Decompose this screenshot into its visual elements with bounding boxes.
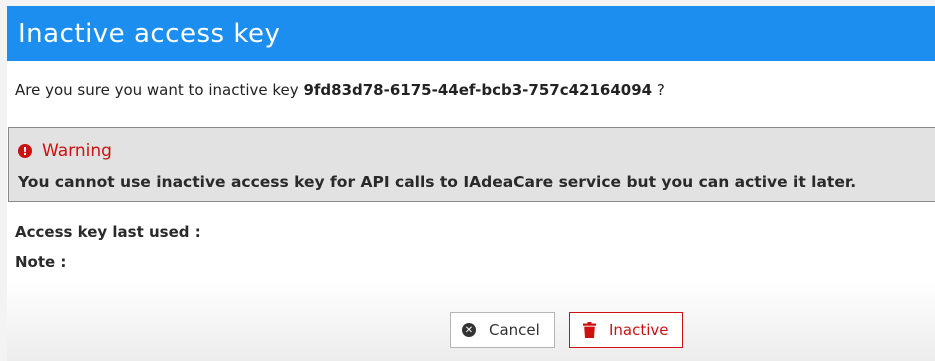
- access-key-id: 9fd83d78-6175-44ef-bcb3-757c42164094: [303, 81, 653, 99]
- dialog-title: Inactive access key: [18, 18, 281, 49]
- confirm-prefix: Are you sure you want to inactive key: [15, 81, 299, 99]
- warning-box: ! Warning You cannot use inactive access…: [8, 127, 935, 202]
- dialog-title-bar: Inactive access key: [7, 6, 935, 61]
- cancel-button-label: Cancel: [489, 321, 540, 339]
- warning-heading: Warning: [42, 141, 112, 161]
- dialog-body: Are you sure you want to inactive key 9f…: [7, 61, 935, 361]
- warning-heading-row: ! Warning: [18, 141, 112, 161]
- exclamation-circle-icon: !: [18, 144, 32, 158]
- inactive-button-label: Inactive: [609, 321, 669, 339]
- trash-icon: [583, 322, 596, 338]
- inactive-button[interactable]: Inactive: [569, 312, 683, 348]
- confirm-message: Are you sure you want to inactive key 9f…: [15, 81, 665, 99]
- inactive-key-dialog: Inactive access key Are you sure you wan…: [0, 0, 935, 361]
- close-circle-icon: ✕: [462, 323, 476, 337]
- note-label: Note :: [15, 253, 67, 271]
- warning-message: You cannot use inactive access key for A…: [18, 173, 857, 191]
- confirm-suffix: ?: [656, 81, 665, 99]
- last-used-label: Access key last used :: [15, 223, 201, 241]
- cancel-button[interactable]: ✕ Cancel: [450, 312, 555, 348]
